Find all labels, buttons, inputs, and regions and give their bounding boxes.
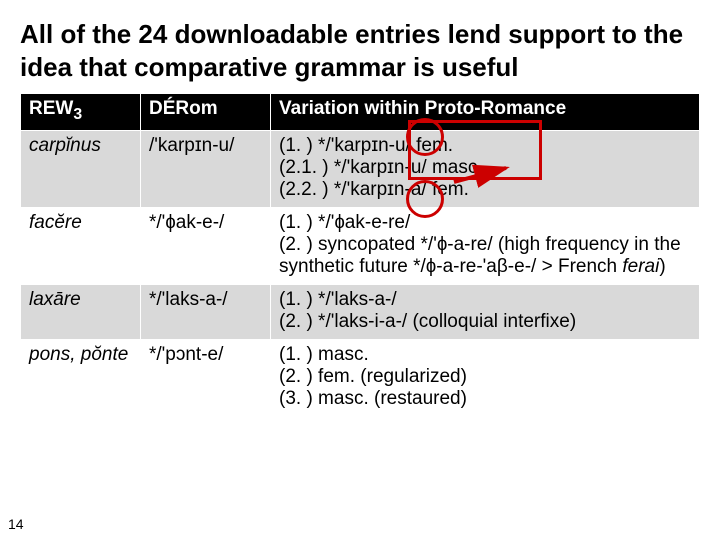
table-row: carpĭnus /'karpɪn‑u/ (1. ) */'karpɪn‑u/ …	[21, 130, 700, 207]
derom-cell: /'karpɪn‑u/	[141, 130, 271, 207]
etym-table: REW3 DÉRom Variation within Proto-Romanc…	[20, 93, 700, 417]
table-row: laxāre */'laks‑a‑/ (1. ) */'laks‑a‑/ (2.…	[21, 284, 700, 339]
derom-cell: */'laks‑a‑/	[141, 284, 271, 339]
variation-cell: (1. ) */'laks‑a‑/ (2. ) */'laks‑i‑a‑/ (c…	[271, 284, 700, 339]
lemma-cell: carpĭnus	[21, 130, 141, 207]
col-header-derom: DÉRom	[141, 94, 271, 131]
lemma-cell: pons, pŏnte	[21, 339, 141, 416]
table-header-row: REW3 DÉRom Variation within Proto-Romanc…	[21, 94, 700, 131]
derom-cell: */'ɸak‑e‑/	[141, 207, 271, 284]
table-row: facĕre */'ɸak‑e‑/ (1. ) */'ɸak‑e‑re/ (2.…	[21, 207, 700, 284]
table-row: pons, pŏnte */'pɔnt‑e/ (1. ) masc. (2. )…	[21, 339, 700, 416]
variation-cell: (1. ) */'ɸak‑e‑re/ (2. ) syncopated */'ɸ…	[271, 207, 700, 284]
col-header-rew: REW3	[21, 94, 141, 131]
lemma-cell: laxāre	[21, 284, 141, 339]
col-header-variation: Variation within Proto-Romance	[271, 94, 700, 131]
variation-cell: (1. ) masc. (2. ) fem. (regularized) (3.…	[271, 339, 700, 416]
page-number: 14	[8, 516, 24, 532]
slide-title: All of the 24 downloadable entries lend …	[20, 18, 700, 83]
lemma-cell: facĕre	[21, 207, 141, 284]
derom-cell: */'pɔnt‑e/	[141, 339, 271, 416]
variation-cell: (1. ) */'karpɪn‑u/ fem. (2.1. ) */'karpɪ…	[271, 130, 700, 207]
